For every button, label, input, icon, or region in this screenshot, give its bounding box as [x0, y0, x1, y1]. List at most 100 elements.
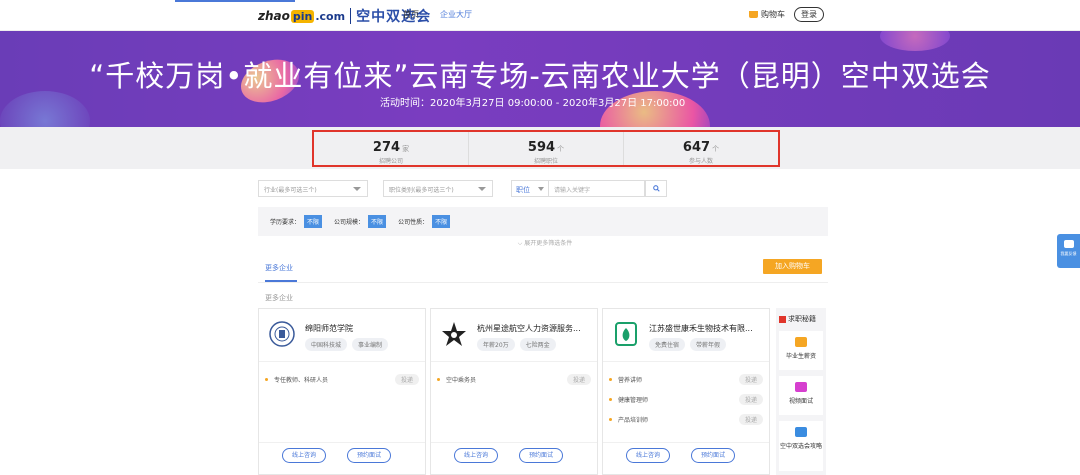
keyword-type-select[interactable]: 职位: [511, 180, 549, 197]
expand-filters-label: 展开更多筛选条件: [524, 240, 573, 247]
scale-filter-label: 公司规模：: [334, 219, 365, 226]
job-title: 专任教师、科研人员: [274, 376, 329, 384]
company-logo: [439, 319, 469, 349]
bullet-icon: [609, 377, 612, 381]
company-name[interactable]: 杭州星途航空人力资源服务...: [477, 323, 591, 334]
job-item[interactable]: 营养讲师 投递: [609, 369, 763, 389]
stat-number: 594: [527, 140, 556, 155]
card-divider: [259, 442, 425, 443]
keyword-type-label: 职位: [516, 186, 530, 194]
company-tag: 免费住宿: [649, 338, 686, 351]
feedback-button[interactable]: 我要反馈: [1057, 234, 1080, 268]
cart-label: 购物车: [761, 10, 785, 19]
stat-label: 参与人数: [688, 158, 713, 165]
education-filter-unlimited[interactable]: 不限: [304, 215, 323, 228]
job-item[interactable]: 空中乘务员 投递: [437, 369, 591, 389]
book-interview-button[interactable]: 预约面试: [691, 448, 735, 463]
book-interview-button[interactable]: 预约面试: [519, 448, 563, 463]
tab-more-companies[interactable]: 更多企业: [265, 263, 293, 273]
card-divider: [603, 361, 769, 362]
university-seal-icon: [269, 321, 295, 347]
job-list: 空中乘务员 投递: [437, 369, 591, 389]
job-list: 营养讲师 投递 健康管理师 投递 产品培训师 投递: [609, 369, 763, 429]
decor-blob: [880, 31, 950, 51]
deliver-button[interactable]: 投递: [566, 373, 591, 385]
nature-filter-label: 公司性质：: [398, 219, 429, 226]
leaf-logo-icon: [615, 322, 637, 346]
company-name[interactable]: 绵阳师范学院: [305, 323, 419, 334]
deliver-button[interactable]: 投递: [738, 413, 763, 425]
stat-unit: 个: [557, 145, 565, 153]
deliver-button[interactable]: 投递: [738, 373, 763, 385]
stat-label: 招聘公司: [378, 158, 403, 165]
top-header: zhao pin .com 空中双选会 首页 企业大厅 购物车 登录: [0, 0, 1080, 31]
chevron-down-icon: [353, 187, 361, 191]
online-consult-button[interactable]: 线上咨询: [282, 448, 326, 463]
job-tips-title: 求职秘籍: [779, 314, 816, 324]
logo-text-com: .com: [315, 9, 346, 23]
job-title: 健康管理师: [618, 396, 649, 404]
industry-select[interactable]: 行业(最多可选三个): [258, 180, 368, 197]
stat-companies: 274 家 招聘公司: [314, 132, 468, 165]
card-divider: [259, 361, 425, 362]
section-label: 更多企业: [265, 294, 293, 302]
job-list: 专任教师、科研人员 投递: [265, 369, 419, 389]
side-item-label: 毕业生薪资: [785, 353, 816, 360]
deliver-button[interactable]: 投递: [394, 373, 419, 385]
nature-filter-unlimited[interactable]: 不限: [432, 215, 451, 228]
side-item-fair-guide[interactable]: 空中双选会攻略: [779, 421, 823, 471]
logo-text-zhao: zhao: [258, 9, 290, 23]
company-card[interactable]: 杭州星途航空人力资源服务... 年薪20万 七险两金 空中乘务员 投递 线上咨询 …: [430, 308, 598, 475]
company-tags: 年薪20万 七险两金: [477, 338, 556, 351]
scale-filter-unlimited[interactable]: 不限: [368, 215, 387, 228]
stat-participants: 647 个 参与人数: [623, 132, 778, 165]
job-tips-label: 求职秘籍: [788, 315, 816, 323]
cart-link[interactable]: 购物车: [749, 9, 785, 20]
stat-label: 招聘职位: [533, 158, 558, 165]
category-select[interactable]: 职位类别(最多可选三个): [383, 180, 493, 197]
stat-positions: 594 个 招聘职位: [468, 132, 623, 165]
company-name[interactable]: 江苏盛世康禾生物技术有限...: [649, 323, 763, 334]
company-logo: [611, 319, 641, 349]
bullet-icon: [265, 377, 268, 381]
card-divider: [431, 361, 597, 362]
logo-text-pin: pin: [290, 9, 315, 23]
feedback-label: 我要反馈: [1060, 251, 1077, 256]
job-item[interactable]: 健康管理师 投递: [609, 389, 763, 409]
filter-conditions: 学历要求： 不限 公司规模： 不限 公司性质： 不限: [258, 207, 828, 236]
company-tag: 事业编制: [352, 338, 389, 351]
online-consult-button[interactable]: 线上咨询: [626, 448, 670, 463]
add-to-cart-button[interactable]: 加入购物车: [763, 259, 822, 274]
deliver-button[interactable]: 投递: [738, 393, 763, 405]
tab-divider: [258, 282, 828, 283]
book-interview-button[interactable]: 预约面试: [347, 448, 391, 463]
job-title: 产品培训师: [618, 416, 649, 424]
industry-select-placeholder: 行业(最多可选三个): [264, 187, 317, 194]
company-tag: 年薪20万: [477, 338, 515, 351]
company-card[interactable]: 江苏盛世康禾生物技术有限... 免费住宿 带薪年假 营养讲师 投递 健康管理师 投递…: [602, 308, 770, 475]
card-divider: [431, 442, 597, 443]
bullet-icon: [609, 397, 612, 401]
event-banner: “千校万岗•就业有位来”云南专场-云南农业大学（昆明）空中双选会 活动时间：20…: [0, 31, 1080, 127]
company-card[interactable]: 绵阳师范学院 中国科技城 事业编制 专任教师、科研人员 投递 线上咨询 预约面试: [258, 308, 426, 475]
education-filter-label: 学历要求：: [270, 219, 301, 226]
nav-company-hall-link[interactable]: 企业大厅: [440, 9, 472, 20]
expand-filters-toggle[interactable]: ⌵ 展开更多筛选条件: [505, 238, 585, 248]
side-item-video-interview[interactable]: 视频面试: [779, 376, 823, 415]
job-item[interactable]: 产品培训师 投递: [609, 409, 763, 429]
company-tag: 中国科技城: [305, 338, 348, 351]
online-consult-button[interactable]: 线上咨询: [454, 448, 498, 463]
job-item[interactable]: 专任教师、科研人员 投递: [265, 369, 419, 389]
nav-home-link[interactable]: 首页: [403, 9, 419, 20]
category-select-placeholder: 职位类别(最多可选三个): [389, 187, 454, 194]
side-item-graduate-salary[interactable]: 毕业生薪资: [779, 331, 823, 370]
logo-divider: [350, 8, 352, 24]
search-button[interactable]: [645, 180, 667, 197]
cart-icon: [749, 11, 758, 18]
star-logo-icon: [442, 322, 466, 346]
job-tips-panel: 求职秘籍 毕业生薪资 视频面试 空中双选会攻略: [776, 308, 826, 475]
search-icon: [652, 185, 660, 192]
login-button[interactable]: 登录: [794, 7, 824, 22]
keyword-input[interactable]: 请输入关键字: [549, 180, 645, 197]
chevron-down-icon: [478, 187, 486, 191]
